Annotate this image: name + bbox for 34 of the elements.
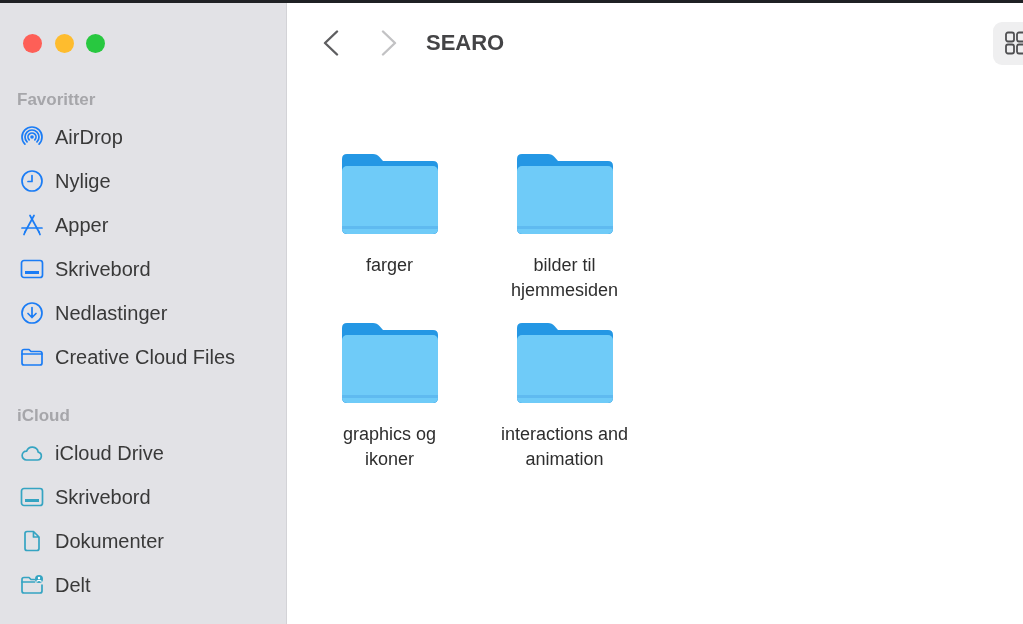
sidebar-item[interactable]: AirDrop	[10, 115, 276, 159]
view-toggle-button[interactable]	[993, 21, 1023, 65]
close-button[interactable]	[23, 34, 42, 53]
clock-icon	[20, 169, 44, 193]
download-icon	[20, 301, 44, 325]
section-heading: Favoritter	[16, 89, 96, 111]
folder-item[interactable]: graphics og ikoner	[316, 322, 463, 472]
sidebar-item[interactable]: Delt	[10, 563, 276, 607]
folder-icon	[341, 323, 438, 403]
folder-icon	[516, 154, 613, 234]
sidebar-item[interactable]: Skrivebord	[10, 475, 276, 519]
sidebar-item[interactable]: Nedlastinger	[10, 291, 276, 335]
desktop-icon	[20, 485, 44, 509]
folder-icon	[516, 323, 613, 403]
folder-title: SEARO	[426, 30, 505, 56]
zoom-button[interactable]	[86, 34, 105, 53]
folder-icon	[341, 154, 438, 234]
chevron-left-icon	[323, 30, 339, 56]
sidebar-item[interactable]: Nylige	[10, 159, 276, 203]
minimize-button[interactable]	[54, 34, 74, 53]
folder-item[interactable]: bilder til hjemmesiden	[491, 153, 638, 303]
section-heading: iCloud	[16, 405, 70, 427]
desktop-icon	[20, 257, 44, 281]
folder-item[interactable]: farger	[340, 153, 439, 278]
chevron-right-icon	[381, 30, 397, 56]
a-symbol-icon	[20, 213, 44, 237]
sidebar-item[interactable]: iCloud Drive	[10, 431, 276, 475]
grid-view-icon	[1005, 31, 1023, 55]
sidebar-item[interactable]: Skrivebord	[10, 247, 276, 291]
sidebar-item[interactable]: Creative Cloud Files	[10, 335, 276, 379]
sidebar-item[interactable]: Dokumenter	[10, 519, 276, 563]
folder-person-icon	[20, 573, 44, 597]
folder-item[interactable]: interactions and animation	[491, 322, 638, 472]
sidebar-item[interactable]: Apper	[10, 203, 276, 247]
